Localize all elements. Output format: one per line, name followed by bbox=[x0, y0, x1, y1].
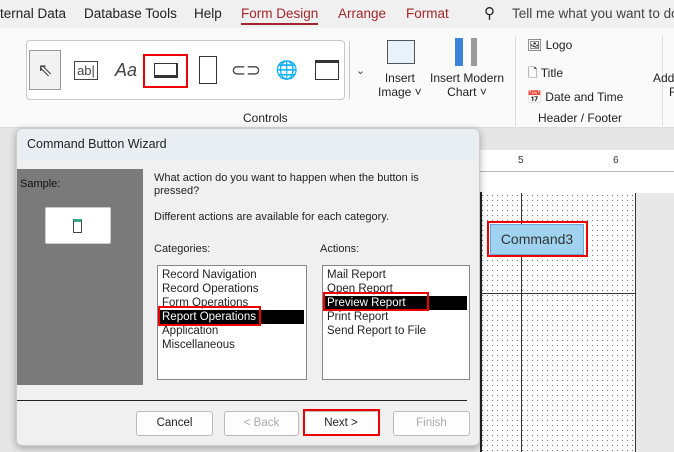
cancel-button[interactable]: Cancel bbox=[136, 411, 213, 436]
report-operations-highlight bbox=[158, 306, 261, 326]
action-item[interactable]: Print Report bbox=[325, 310, 467, 324]
tab-format[interactable]: Format bbox=[406, 6, 449, 21]
finish-button[interactable]: Finish bbox=[393, 411, 470, 436]
web-browser-icon[interactable]: 🌐 bbox=[272, 51, 302, 89]
actions-list[interactable]: Mail Report Open Report Preview Report P… bbox=[322, 265, 470, 380]
button-control-highlight bbox=[143, 54, 188, 88]
back-button[interactable]: < Back bbox=[224, 411, 299, 436]
sample-panel: Sample: bbox=[17, 169, 143, 385]
category-item[interactable]: Application bbox=[160, 324, 304, 338]
categories-label: Categories: bbox=[154, 243, 211, 255]
command-button-wizard-dialog: Command Button Wizard Sample: What actio… bbox=[16, 128, 480, 446]
next-highlight bbox=[303, 409, 380, 436]
date-time-button[interactable]: 📅 Date and Time bbox=[527, 90, 623, 104]
search-icon: ⚲ bbox=[484, 5, 495, 22]
action-item[interactable]: Mail Report bbox=[325, 268, 467, 282]
textbox-glyph: ab| bbox=[74, 60, 98, 80]
tab-form-design[interactable]: Form Design bbox=[241, 6, 319, 25]
insert-modern-chart-button[interactable]: Insert Modern Chart ˅ bbox=[430, 71, 504, 99]
tab-database-tools[interactable]: Database Tools bbox=[84, 6, 177, 21]
textbox-icon[interactable]: ab| bbox=[71, 51, 101, 89]
controls-group-label: Controls bbox=[243, 111, 288, 125]
sample-label: Sample: bbox=[20, 178, 61, 190]
hyperlink-icon[interactable]: ⊂⊃ bbox=[231, 51, 261, 89]
tab-arrange[interactable]: Arrange bbox=[338, 6, 386, 21]
controls-gallery: ⇖ ab| Aa ⊂⊃ 🌐 ⌄ bbox=[26, 40, 365, 100]
chart-icon bbox=[455, 38, 477, 66]
add-existing-fields-button[interactable]: Add F bbox=[651, 71, 674, 99]
sample-button-icon bbox=[73, 219, 82, 233]
ribbon-tabs: ternal Data Database Tools Help Form Des… bbox=[0, 0, 674, 28]
label-icon[interactable]: Aa bbox=[111, 51, 141, 89]
insert-image-button[interactable]: Insert Image ˅ bbox=[378, 71, 422, 99]
category-item[interactable]: Record Operations bbox=[160, 282, 304, 296]
preview-report-highlight bbox=[323, 292, 429, 311]
command3-highlight bbox=[487, 221, 588, 257]
action-item[interactable]: Send Report to File bbox=[325, 324, 467, 338]
actions-label: Actions: bbox=[320, 243, 360, 255]
category-item[interactable]: Record Navigation bbox=[160, 268, 304, 282]
ruler-mark-6: 6 bbox=[613, 155, 619, 166]
question-text: What action do you want to happen when t… bbox=[154, 172, 419, 197]
title-button[interactable]: 🗋 Title bbox=[528, 64, 563, 85]
category-item[interactable]: Miscellaneous bbox=[160, 338, 304, 352]
ruler-mark-5: 5 bbox=[518, 155, 524, 166]
hint-text: Different actions are available for each… bbox=[154, 211, 390, 223]
header-footer-group-label: Header / Footer bbox=[538, 111, 623, 125]
form-design-surface[interactable]: 5 6 Command3 bbox=[480, 150, 674, 452]
sample-preview bbox=[45, 207, 111, 244]
insert-image-icon bbox=[387, 40, 415, 64]
tab-help[interactable]: Help bbox=[194, 6, 222, 21]
more-controls-dropdown[interactable]: ⌄ bbox=[349, 41, 371, 99]
select-pointer-icon[interactable]: ⇖ bbox=[29, 50, 61, 90]
tell-me-search[interactable]: Tell me what you want to do bbox=[512, 6, 674, 21]
navigation-control-icon[interactable] bbox=[312, 51, 342, 89]
dialog-title: Command Button Wizard bbox=[17, 129, 479, 161]
logo-button[interactable]: 🖼 Logo bbox=[527, 38, 572, 52]
tab-external-data[interactable]: ternal Data bbox=[0, 6, 66, 21]
tab-control-icon[interactable] bbox=[193, 51, 223, 89]
horizontal-ruler: 5 6 bbox=[480, 150, 674, 172]
